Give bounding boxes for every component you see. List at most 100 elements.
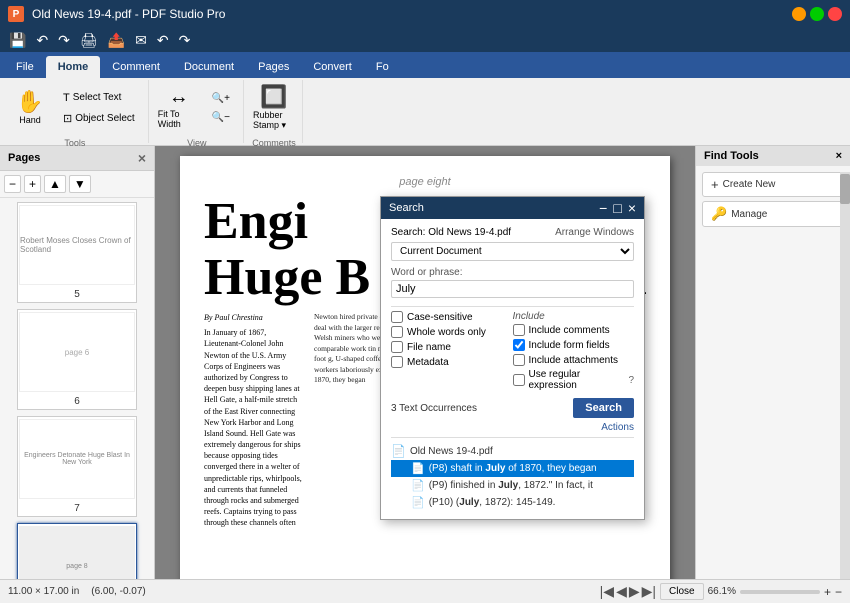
case-sensitive-label: Case-sensitive	[407, 312, 473, 323]
create-new-button[interactable]: + Create New	[702, 172, 844, 197]
select-text-button[interactable]: T Select Text	[56, 89, 142, 107]
next-page-button[interactable]: ▶	[629, 583, 640, 600]
include-form-fields-row: Include form fields	[513, 339, 635, 351]
minimize-button[interactable]	[792, 7, 806, 21]
export-button[interactable]: 📤	[105, 32, 128, 49]
zoom-in-icon: 🔍+	[212, 93, 230, 104]
headline1: Engi	[204, 196, 308, 248]
find-tools-close[interactable]: ×	[836, 150, 842, 162]
thumb-zoom-in[interactable]: +	[24, 175, 41, 193]
search-modal-title: Search	[389, 202, 424, 214]
hand-label: Hand	[19, 115, 41, 125]
search-results: 📄 Old News 19-4.pdf 📄 (P8) shaft in July…	[391, 437, 634, 511]
page-size: 11.00 × 17.00 in	[8, 586, 79, 597]
case-sensitive-row: Case-sensitive	[391, 311, 513, 323]
include-label: Include	[513, 311, 635, 322]
case-sensitive-checkbox[interactable]	[391, 311, 403, 323]
email-button[interactable]: ✉	[132, 32, 150, 49]
search-phrase-input[interactable]	[391, 280, 634, 298]
result-doc-icon-0: 📄	[411, 462, 425, 475]
coordinates: (6.00, -0.07)	[91, 586, 145, 597]
tab-home[interactable]: Home	[46, 56, 101, 78]
include-attachments-row: Include attachments	[513, 354, 635, 366]
save-button[interactable]: 💾	[6, 32, 29, 49]
print-button[interactable]: 🖨	[77, 32, 101, 49]
modal-close[interactable]: ×	[628, 201, 636, 215]
close-button[interactable]: Close	[660, 583, 704, 600]
rubber-stamp-button[interactable]: 🔲 Rubber Stamp ▾	[252, 82, 296, 134]
use-regex-checkbox[interactable]	[513, 374, 525, 386]
zoom-out-status[interactable]: −	[835, 585, 842, 599]
pages-panel-close[interactable]: ×	[138, 150, 146, 166]
thumbnail-page7[interactable]: Engineers Detonate Huge Blast In New Yor…	[17, 416, 137, 517]
arrange-windows-button[interactable]: Arrange Windows	[555, 227, 634, 238]
thumbnail-image-8: page 8	[19, 526, 135, 579]
zoom-in-button[interactable]: 🔍+	[205, 90, 237, 107]
modal-maximize[interactable]: □	[613, 201, 621, 215]
thumbnail-page5[interactable]: Robert Moses Closes Crown of Scotland 5	[17, 202, 137, 303]
result-item-1[interactable]: 📄 (P9) finished in July, 1872." In fact,…	[391, 477, 634, 494]
pages-panel: Pages × − + ▲ ▼ Robert Moses Closes Crow…	[0, 146, 155, 579]
metadata-label: Metadata	[407, 357, 449, 368]
pages-panel-header: Pages ×	[0, 146, 154, 171]
include-form-fields-checkbox[interactable]	[513, 339, 525, 351]
zoom-in-status[interactable]: +	[824, 585, 831, 599]
thumbnail-label-6: 6	[72, 394, 82, 409]
prev-page-button[interactable]: ◀	[616, 583, 627, 600]
fit-to-width-button[interactable]: ↔ Fit To Width	[157, 82, 201, 134]
actions-row[interactable]: Actions	[391, 422, 634, 433]
result-item-2[interactable]: 📄 (P10) (July, 1872): 145-149.	[391, 494, 634, 511]
ribbon-group-tools: ✋ Hand T Select Text ⊡ Object Select Too…	[2, 80, 149, 143]
manage-button[interactable]: 🔑 Manage	[702, 201, 844, 227]
search-options: Case-sensitive Whole words only File nam…	[391, 311, 634, 394]
include-comments-row: Include comments	[513, 324, 635, 336]
file-name-row: File name	[391, 341, 513, 353]
thumbnail-image-5: Robert Moses Closes Crown of Scotland	[19, 205, 135, 285]
find-tools-scrollbar[interactable]	[840, 172, 850, 579]
tab-document[interactable]: Document	[172, 56, 246, 78]
result-file-item[interactable]: 📄 Old News 19-4.pdf	[391, 442, 634, 460]
include-attachments-checkbox[interactable]	[513, 354, 525, 366]
search-button[interactable]: Search	[573, 398, 634, 418]
tab-file[interactable]: File	[4, 56, 46, 78]
regex-help-icon[interactable]: ?	[628, 375, 634, 386]
result-item-0[interactable]: 📄 (P8) shaft in July of 1870, they began	[391, 460, 634, 477]
maximize-button[interactable]	[810, 7, 824, 21]
byline: By Paul Chrestina	[204, 312, 304, 323]
thumbnail-page8[interactable]: page 8 8	[17, 523, 137, 579]
tools-items: ✋ Hand T Select Text ⊡ Object Select	[8, 82, 142, 134]
tab-comment[interactable]: Comment	[100, 56, 172, 78]
redo-button[interactable]: ↷	[55, 32, 73, 49]
file-name-checkbox[interactable]	[391, 341, 403, 353]
thumb-scroll-up[interactable]: ▲	[44, 175, 66, 193]
modal-minimize[interactable]: −	[599, 201, 607, 215]
metadata-checkbox[interactable]	[391, 356, 403, 368]
options-right-col: Include Include comments Include form fi…	[513, 311, 635, 394]
zoom-out-button[interactable]: 🔍−	[205, 109, 237, 126]
search-scope-select[interactable]: Current Document	[391, 242, 634, 261]
tab-fo[interactable]: Fo	[364, 56, 401, 78]
fit-to-width-label: Fit To Width	[158, 109, 200, 129]
last-page-button[interactable]: ▶|	[642, 583, 656, 600]
thumbnail-page6[interactable]: page 6 6	[17, 309, 137, 410]
close-window-button[interactable]	[828, 7, 842, 21]
include-comments-checkbox[interactable]	[513, 324, 525, 336]
object-select-button[interactable]: ⊡ Object Select	[56, 109, 142, 128]
zoom-controls: 66.1% + −	[708, 585, 842, 599]
window-title: Old News 19-4.pdf - PDF Studio Pro	[32, 7, 225, 21]
first-page-button[interactable]: |◀	[600, 583, 614, 600]
thumb-scroll-down[interactable]: ▼	[69, 175, 91, 193]
zoom-out-icon: 🔍−	[212, 112, 230, 123]
ribbon-tabs: File Home Comment Document Pages Convert…	[0, 52, 850, 78]
redo2-button[interactable]: ↷	[176, 32, 194, 49]
main-layout: Pages × − + ▲ ▼ Robert Moses Closes Crow…	[0, 146, 850, 579]
hand-tool-button[interactable]: ✋ Hand	[8, 82, 52, 134]
whole-words-checkbox[interactable]	[391, 326, 403, 338]
zoom-slider[interactable]	[740, 590, 820, 594]
tab-pages[interactable]: Pages	[246, 56, 301, 78]
undo-button[interactable]: ↶	[33, 32, 51, 49]
thumb-zoom-out[interactable]: −	[4, 175, 21, 193]
find-tools-body: + Create New 🔑 Manage	[696, 166, 850, 233]
tab-convert[interactable]: Convert	[301, 56, 364, 78]
undo2-button[interactable]: ↶	[154, 32, 172, 49]
